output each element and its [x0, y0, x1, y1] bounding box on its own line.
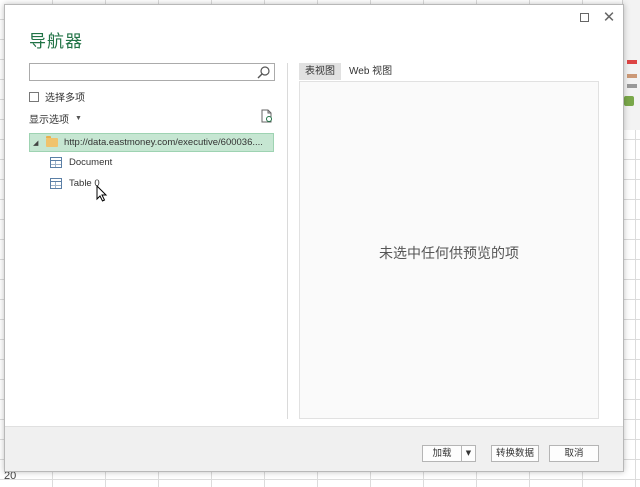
empty-preview-message: 未选中任何供预览的项	[379, 246, 519, 262]
mouse-cursor-icon	[96, 185, 108, 202]
transform-data-button[interactable]: 转换数据	[491, 445, 539, 462]
tree-item-label: Document	[69, 157, 113, 168]
select-multiple-label: 选择多项	[45, 93, 85, 104]
preview-tabs: 表视图 Web 视图	[299, 63, 398, 80]
preview-panel: 未选中任何供预览的项	[299, 81, 599, 419]
tab-web-view[interactable]: Web 视图	[343, 63, 398, 80]
search-field[interactable]	[29, 63, 275, 81]
table-icon	[50, 178, 62, 189]
select-multiple[interactable]: 选择多项	[29, 89, 85, 104]
search-icon[interactable]	[257, 66, 271, 79]
display-options-dropdown[interactable]: 显示选项 ▼	[29, 111, 82, 126]
table-icon	[50, 157, 62, 168]
tree-root-label: http://data.eastmoney.com/executive/6000…	[64, 137, 263, 148]
tab-table-view[interactable]: 表视图	[299, 63, 341, 80]
select-multiple-checkbox[interactable]	[29, 91, 39, 102]
dialog-footer: 加载 ▼ 转换数据 取消	[5, 426, 623, 471]
refresh-document-icon[interactable]	[261, 109, 273, 123]
collapse-triangle-icon[interactable]: ◢	[33, 139, 43, 147]
background-ribbon	[622, 0, 640, 130]
folder-icon	[46, 136, 58, 147]
tree-item-table-0[interactable]: Table 0	[50, 178, 100, 189]
dialog-title: 导航器	[29, 32, 83, 52]
pane-divider[interactable]	[287, 63, 288, 419]
navigator-dialog: ✕ 导航器 选择多项 显示选项 ▼ ◢ http://data.eastmone…	[4, 4, 624, 472]
maximize-icon[interactable]	[577, 11, 591, 25]
search-input[interactable]	[30, 64, 254, 80]
close-icon[interactable]: ✕	[602, 10, 616, 25]
background-ribbon-icon	[624, 96, 634, 106]
load-dropdown-button[interactable]: ▼	[462, 445, 476, 462]
cancel-button[interactable]: 取消	[549, 445, 599, 462]
display-options-label: 显示选项	[29, 115, 69, 126]
tree-item-document[interactable]: Document	[50, 157, 112, 168]
chevron-down-icon: ▼	[75, 115, 82, 122]
tree-root-item[interactable]: ◢ http://data.eastmoney.com/executive/60…	[29, 133, 274, 152]
load-button[interactable]: 加载	[422, 445, 462, 462]
